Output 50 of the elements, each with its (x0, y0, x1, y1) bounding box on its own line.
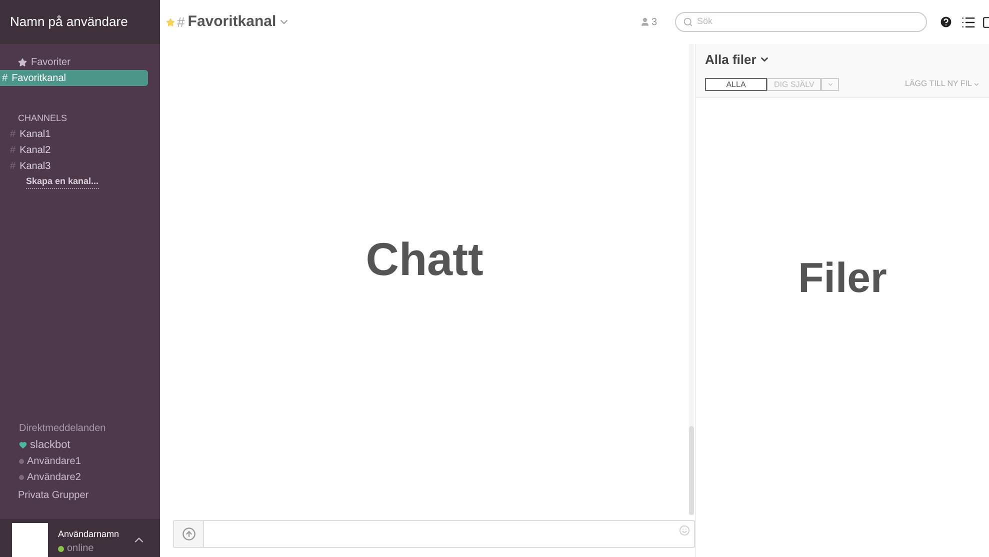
section-label: CHANNELS (17, 112, 68, 125)
emoji-icon[interactable] (679, 524, 690, 536)
hash-prefix: # (177, 12, 185, 32)
search-input[interactable]: Sök (697, 15, 919, 29)
direct-message-item[interactable]: Användare1 (19, 453, 141, 469)
caret-icon (826, 80, 834, 88)
hash-prefix: # (10, 160, 16, 174)
hash-prefix: # (10, 128, 16, 142)
help-icon[interactable] (939, 15, 953, 29)
dropdown-button[interactable] (821, 78, 840, 90)
create-channel-link[interactable]: Skapa en kanal... (26, 174, 99, 190)
user-name: Användare1 (27, 454, 81, 468)
star-icon[interactable] (166, 18, 175, 26)
chat-label: Chatt (366, 232, 484, 287)
member-count: 3 (651, 16, 657, 30)
direct-message-item[interactable]: Användare2 (19, 469, 141, 485)
files-label: Filer (798, 253, 887, 303)
user-name: Användare2 (27, 470, 81, 484)
avatar (12, 523, 48, 557)
star-icon (18, 58, 27, 66)
channel-title: Favoritkanal (188, 12, 276, 32)
channel-name: Kanal3 (20, 160, 51, 174)
upload-button[interactable] (174, 521, 204, 547)
user-name: Användarnamn (58, 528, 120, 540)
search-field[interactable]: Sök (675, 12, 927, 32)
section-label: Privata Grupper (18, 489, 90, 503)
channel-name: Favoritkanal (12, 72, 66, 86)
hash-prefix: # (10, 144, 16, 158)
list-icon[interactable] (961, 14, 976, 30)
channel-item[interactable]: # Kanal3 (0, 158, 160, 174)
message-field[interactable] (173, 520, 695, 548)
caret-icon (973, 80, 980, 88)
files-title[interactable]: Alla filer (705, 50, 756, 70)
channel-item[interactable]: # Favoritkanal (0, 70, 148, 86)
channel-name: Kanal1 (20, 128, 51, 142)
direct-message-item[interactable]: slackbot (19, 437, 141, 453)
hash-prefix: # (2, 72, 8, 86)
user-name: slackbot (30, 438, 70, 453)
filter-tab[interactable]: ALLA (705, 78, 767, 90)
channel-item[interactable]: # Kanal1 (0, 126, 160, 142)
search-icon (683, 17, 693, 27)
section-label: Favoriter (31, 56, 70, 70)
upload-icon (182, 527, 196, 541)
section-label: Direktmeddelanden (19, 422, 107, 436)
channel-name: Kanal2 (20, 144, 51, 158)
channel-item[interactable]: # Kanal2 (0, 142, 160, 158)
team-name[interactable]: Namn på användare (10, 12, 128, 32)
status-text: online (67, 542, 94, 556)
scrollbar-thumb[interactable] (689, 426, 694, 515)
member-icon (640, 17, 650, 27)
